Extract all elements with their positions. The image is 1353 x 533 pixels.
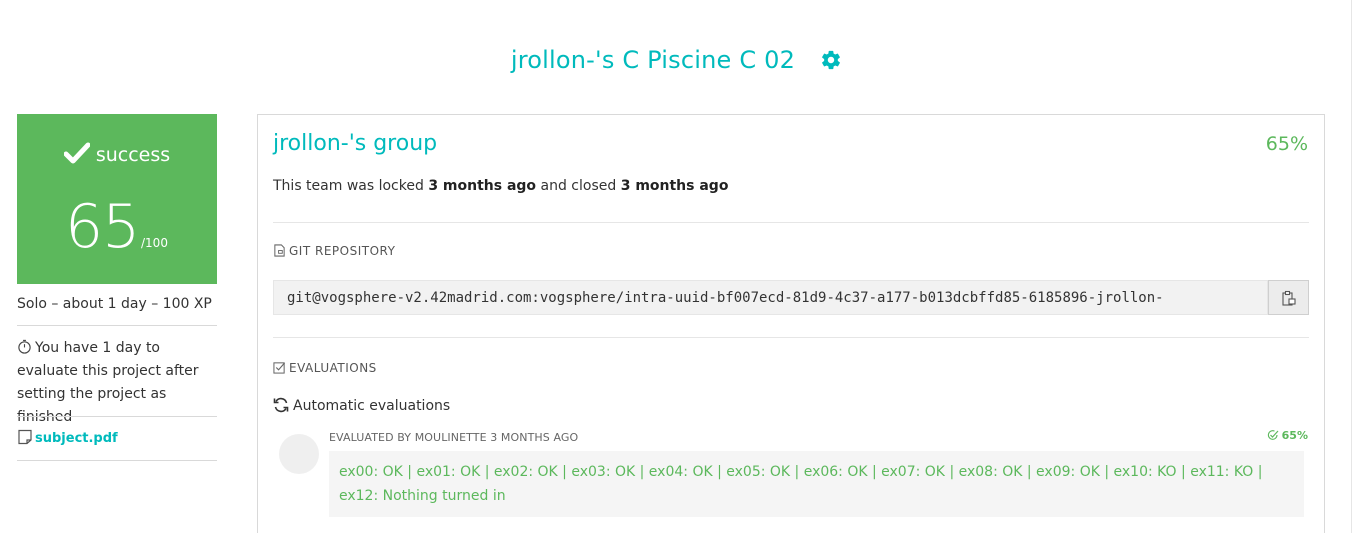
page-right-border <box>1351 0 1352 533</box>
evaluation-result: ex00: OK | ex01: OK | ex02: OK | ex03: O… <box>329 451 1304 517</box>
stopwatch-icon <box>18 339 31 354</box>
evaluations-label: EVALUATIONS <box>289 361 377 375</box>
divider <box>273 337 1309 338</box>
divider <box>17 416 217 417</box>
evaluations-heading: EVALUATIONS <box>273 361 377 375</box>
project-status-card: success 65 /100 <box>17 114 217 284</box>
check-circle-icon <box>1267 430 1279 440</box>
subject-file-row: subject.pdf <box>17 427 217 450</box>
page-header: jrollon-'s C Piscine C 02 <box>0 46 1353 74</box>
checkmark-icon <box>63 142 91 164</box>
git-icon <box>274 244 285 257</box>
final-score: 65 <box>65 192 140 262</box>
checkbox-icon <box>273 362 286 374</box>
git-repository-heading: GIT REPOSITORY <box>273 244 395 258</box>
gear-icon[interactable] <box>820 49 842 71</box>
page-title: jrollon-'s C Piscine C 02 <box>510 46 796 74</box>
copy-repository-button[interactable] <box>1268 280 1309 315</box>
divider <box>17 325 217 326</box>
automatic-evaluations-header: Automatic evaluations <box>273 397 450 414</box>
refresh-icon <box>273 397 289 413</box>
git-repository-label: GIT REPOSITORY <box>289 244 396 258</box>
status-label: success <box>95 144 171 166</box>
git-repository-url[interactable]: git@vogsphere-v2.42madrid.com:vogsphere/… <box>273 280 1268 315</box>
subject-pdf-link[interactable]: subject.pdf <box>35 431 118 446</box>
team-lock-status: This team was locked 3 months ago and cl… <box>273 178 728 194</box>
evaluation-score-value: 65% <box>1281 429 1308 442</box>
team-name: jrollon-'s group <box>273 131 438 156</box>
locked-prefix: This team was locked <box>273 178 429 194</box>
team-panel: jrollon-'s group 65% This team was locke… <box>257 114 1325 533</box>
team-percentage: 65% <box>1265 133 1308 155</box>
clipboard-icon <box>1281 290 1296 306</box>
locked-time: 3 months ago <box>428 178 537 194</box>
evaluation-score: 65% <box>1267 429 1308 442</box>
evaluator-avatar <box>279 434 319 474</box>
score-max: /100 <box>141 236 168 250</box>
status-label-row: success <box>17 142 217 166</box>
evaluation-deadline-text: You have 1 day to evaluate this project … <box>17 340 199 425</box>
closed-mid: and closed <box>536 178 621 194</box>
project-summary: Solo – about 1 day – 100 XP <box>17 296 212 312</box>
divider <box>273 222 1309 223</box>
divider <box>17 460 217 461</box>
closed-time: 3 months ago <box>620 178 729 194</box>
automatic-evaluations-label: Automatic evaluations <box>293 398 451 414</box>
file-icon <box>18 429 32 445</box>
evaluator-info: EVALUATED BY MOULINETTE 3 MONTHS AGO <box>329 431 579 444</box>
